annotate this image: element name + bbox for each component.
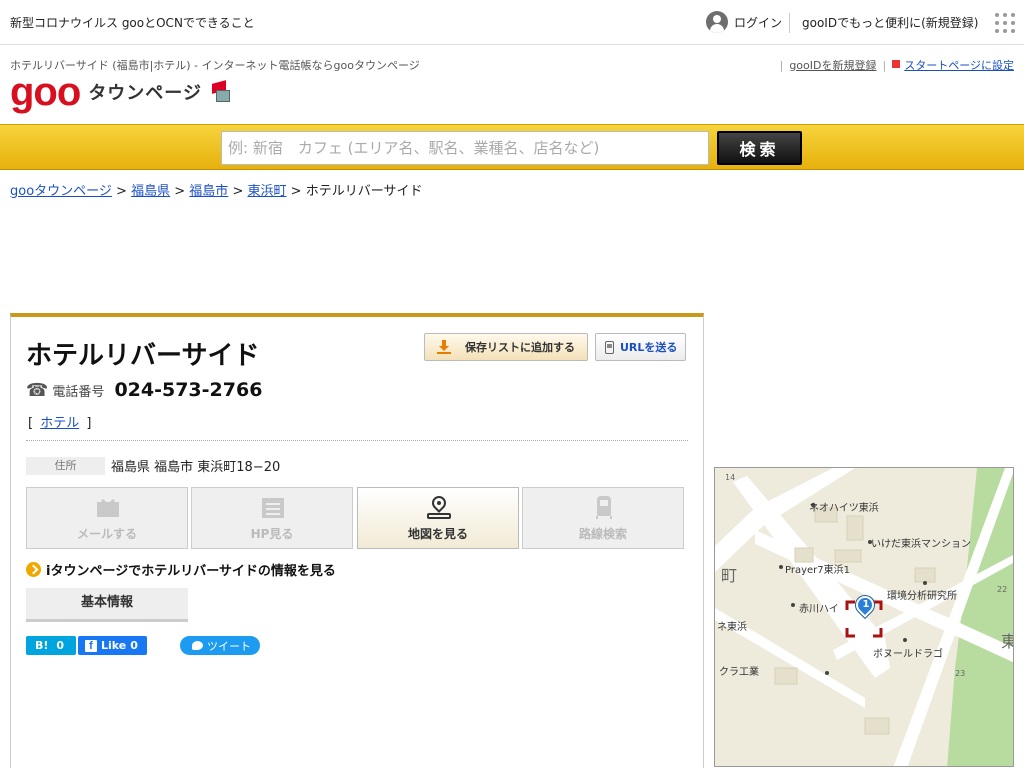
map-label-block-14: 14 [725, 473, 736, 482]
separator: | [882, 58, 887, 72]
bracket-close: ] [86, 416, 92, 431]
save-to-list-button[interactable]: 保存リストに追加する [424, 333, 588, 361]
startpage-link[interactable]: スタートページに設定 [904, 57, 1014, 73]
tab-basic-info[interactable]: 基本情報 [26, 588, 188, 622]
send-url-label: URLを送る [620, 341, 678, 354]
map-label-block-22: 22 [997, 585, 1008, 594]
map-label-kankyo: 環境分析研究所 [887, 591, 957, 602]
breadcrumb: gooタウンページ > 福島県 > 福島市 > 東浜町 > ホテルリバーサイド [10, 180, 422, 199]
map-label-machi: 町 [721, 566, 738, 585]
logo-townpage: タウンページ [88, 83, 202, 104]
mail-icon [95, 493, 121, 520]
tweet-button[interactable]: ツイート [180, 636, 260, 655]
train-icon [591, 496, 617, 520]
homepage-label: HP見る [250, 527, 294, 541]
shop-name: ホテルリバーサイド [26, 341, 260, 371]
map-label-prayer: Prayer7東浜1 [785, 565, 850, 576]
search-bar: 検索 [0, 124, 1024, 170]
map-button[interactable]: 地図を見る [357, 487, 519, 549]
hatena-icon: B! [35, 639, 49, 652]
itownpage-link[interactable]: iタウンページでホテルリバーサイドの情報を見る [26, 560, 336, 579]
breadcrumb-sep: > [116, 184, 127, 199]
facebook-like-label: Like [101, 639, 127, 652]
itownpage-label: iタウンページでホテルリバーサイドの情報を見る [46, 564, 336, 579]
category-link[interactable]: ホテル [40, 416, 79, 431]
facebook-like-count: 0 [130, 639, 138, 652]
category-row: [ ホテル ] [28, 412, 91, 431]
homepage-button[interactable]: HP見る [191, 487, 353, 549]
shop-detail-card: ホテルリバーサイド 保存リストに追加する URLを送る ☎ 電話番号 024-5… [10, 313, 704, 768]
search-input[interactable] [221, 131, 709, 165]
bracket-open: [ [28, 416, 34, 431]
covid-info-link[interactable]: 新型コロナウイルス gooとOCNでできること [10, 14, 255, 31]
hatena-bookmark-button[interactable]: B! 0 [26, 636, 76, 655]
top-bar: 新型コロナウイルス gooとOCNでできること ログイン gooIDでもっと便利… [0, 0, 1024, 45]
breadcrumb-prefecture[interactable]: 福島県 [131, 184, 170, 199]
map-label-higashi: 東 [1001, 628, 1013, 652]
facebook-like-button[interactable]: f Like 0 [78, 636, 147, 655]
map-label-neo-heights: ネオハイツ東浜 [809, 503, 879, 514]
mobile-phone-icon [605, 340, 614, 354]
twitter-bird-icon [192, 641, 203, 650]
send-url-button[interactable]: URLを送る [595, 333, 686, 361]
map-label-block-23: 23 [955, 669, 966, 678]
search-button[interactable]: 検索 [717, 131, 802, 165]
map-label: 地図を見る [407, 527, 468, 541]
tweet-label: ツイート [207, 639, 251, 653]
address-label: 住所 [26, 457, 105, 475]
save-to-list-label: 保存リストに追加する [465, 341, 575, 354]
logo[interactable]: goo タウンページ [10, 72, 232, 112]
breadcrumb-sep: > [174, 184, 186, 199]
map-label-akagawa: 赤川ハイ [799, 604, 839, 615]
breadcrumb-town[interactable]: 東浜町 [248, 184, 287, 199]
telephone-icon: ☎ [26, 380, 49, 401]
webpage-icon [260, 496, 286, 520]
facebook-icon: f [85, 639, 97, 652]
logo-goo: goo [10, 70, 81, 114]
route-search-button[interactable]: 路線検索 [522, 487, 684, 549]
map-label-ikeda: いけだ東浜マンション [871, 539, 971, 550]
divider [26, 440, 688, 441]
address-value: 福島県 福島市 東浜町18−20 [111, 460, 281, 475]
breadcrumb-sep: > [232, 184, 244, 199]
townpage-emblem-icon [210, 80, 232, 104]
phone-row: ☎ 電話番号 024-573-2766 [26, 379, 262, 401]
route-search-label: 路線検索 [578, 527, 627, 541]
apps-grid-icon[interactable] [995, 13, 1015, 33]
shop-map[interactable]: ネオハイツ東浜 いけだ東浜マンション Prayer7東浜1 環境分析研究所 赤川… [714, 467, 1014, 767]
marker-number: 1 [862, 599, 870, 610]
arrow-circle-icon [26, 562, 41, 577]
register-link[interactable]: gooIDでもっと便利に(新規登録) [802, 14, 978, 31]
new-gooid-link[interactable]: gooIDを新規登録 [789, 57, 876, 73]
hatena-count: 0 [56, 639, 65, 652]
breadcrumb-city[interactable]: 福島市 [189, 184, 228, 199]
breadcrumb-sep: > [290, 184, 302, 199]
startpage-icon [892, 60, 901, 68]
breadcrumb-townpage[interactable]: gooタウンページ [10, 184, 112, 199]
separator: | [779, 58, 784, 72]
map-pin-icon [426, 493, 452, 520]
map-label-kura: クラ工業 [719, 667, 759, 678]
map-label-ne-higashi: ネ東浜 [717, 622, 747, 633]
phone-label: 電話番号 [52, 385, 105, 400]
user-icon[interactable] [706, 11, 728, 33]
divider [789, 13, 790, 33]
download-icon [437, 340, 451, 354]
phone-number: 024-573-2766 [114, 379, 263, 401]
header-links: | gooIDを新規登録 | スタートページに設定 [774, 57, 1014, 73]
mail-label: メールする [76, 527, 137, 541]
mail-button[interactable]: メールする [26, 487, 188, 549]
login-link[interactable]: ログイン [734, 14, 782, 31]
map-label-bonheur: ボヌールドラゴ [873, 649, 943, 660]
breadcrumb-current: ホテルリバーサイド [305, 184, 423, 199]
